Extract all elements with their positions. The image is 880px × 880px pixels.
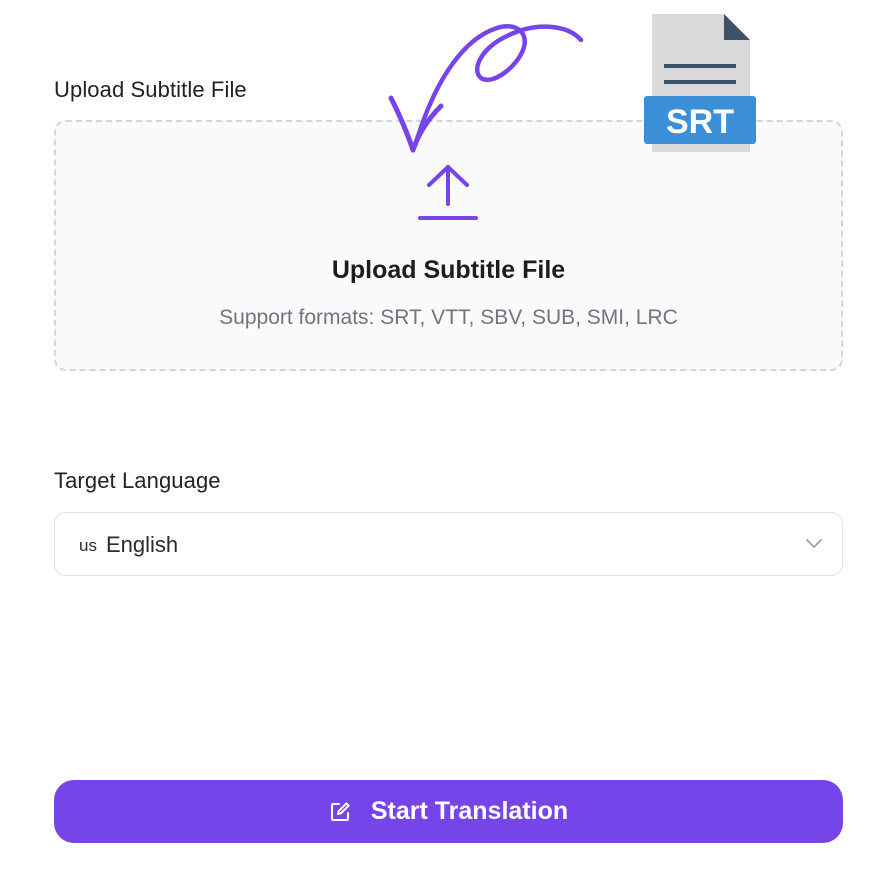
- start-translation-label: Start Translation: [370, 797, 569, 825]
- target-language-select[interactable]: us English: [54, 512, 843, 576]
- upload-section-label: Upload Subtitle File: [54, 77, 247, 102]
- language-section-label: Target Language: [54, 468, 221, 493]
- edit-icon: [330, 801, 350, 821]
- hand-drawn-arrow-icon: [388, 24, 584, 153]
- dropzone-title: Upload Subtitle File: [331, 256, 566, 284]
- srt-file-icon: SRT: [644, 14, 756, 152]
- chevron-down-icon: [806, 539, 822, 548]
- selected-language: English: [106, 532, 179, 557]
- upload-arrow-icon: [418, 165, 478, 220]
- supported-formats-text: Support formats: SRT, VTT, SBV, SUB, SMI…: [219, 306, 678, 329]
- srt-badge-text: SRT: [666, 103, 734, 141]
- flag-icon: us: [79, 536, 97, 555]
- button-content: Start Translation: [329, 797, 568, 826]
- translation-form: Upload Subtitle File Upload Subtitle Fil…: [0, 0, 880, 880]
- start-translation-button[interactable]: Start Translation: [54, 780, 843, 843]
